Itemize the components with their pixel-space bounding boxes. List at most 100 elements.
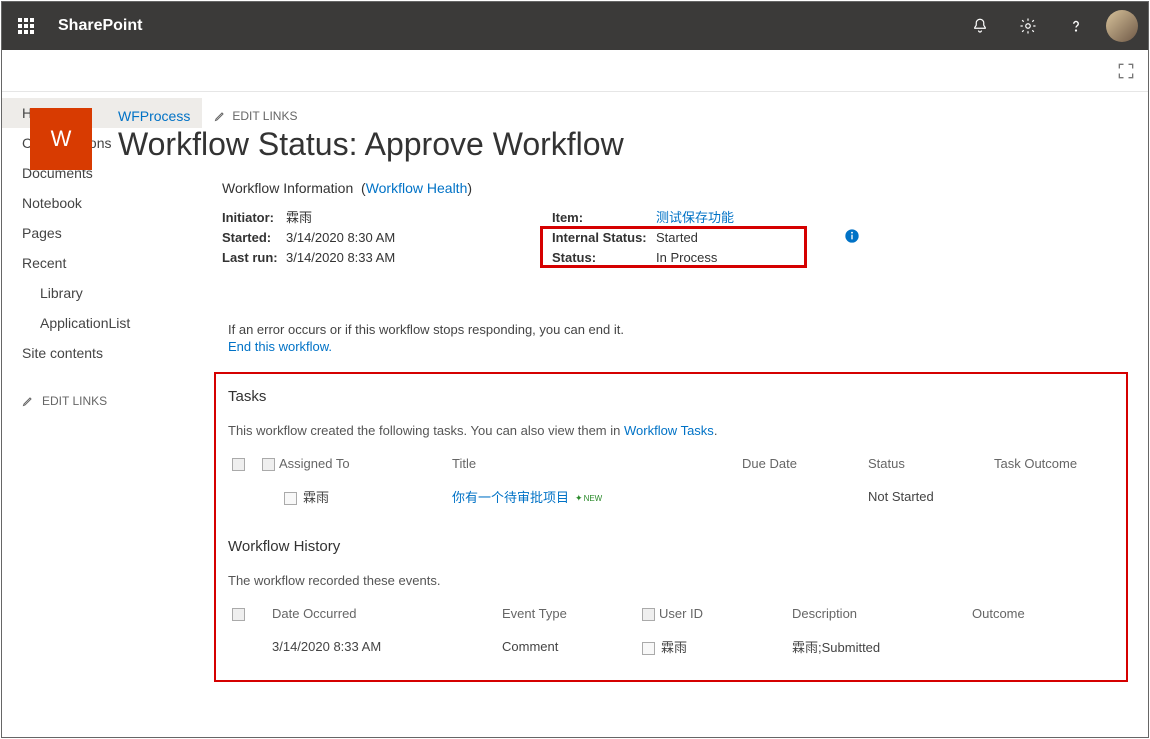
started-label: Started: <box>222 228 286 248</box>
item-label: Item: <box>552 208 656 228</box>
site-header: W WFProcess EDIT LINKS Workflow Status: … <box>30 92 1148 180</box>
nav-edit-links-label: EDIT LINKS <box>42 394 107 408</box>
user-id-header[interactable]: User ID <box>659 606 703 621</box>
history-outcome-header[interactable]: Outcome <box>968 600 1106 631</box>
kv-item: Item:测试保存功能 <box>552 208 734 228</box>
pencil-icon <box>214 110 226 122</box>
started-value: 3/14/2020 8:30 AM <box>286 228 395 248</box>
workflow-info-label: Workflow Information <box>222 180 353 196</box>
error-text: If an error occurs or if this workflow s… <box>222 322 1118 337</box>
history-heading: Workflow History <box>228 538 1106 555</box>
workflow-info-columns: Initiator:霖雨 Started:3/14/2020 8:30 AM L… <box>222 208 1118 268</box>
header-top-row: WFProcess EDIT LINKS <box>118 108 1128 124</box>
lastrun-value: 3/14/2020 8:33 AM <box>286 248 395 268</box>
app-launcher-icon[interactable] <box>2 2 50 50</box>
event-type-header[interactable]: Event Type <box>498 600 638 631</box>
workflow-health-link[interactable]: Workflow Health <box>366 180 468 196</box>
task-assigned-to: 霖雨 <box>303 490 329 505</box>
title-header[interactable]: Title <box>448 450 738 481</box>
suite-bar: SharePoint <box>2 2 1148 50</box>
paren-close: ) <box>467 180 472 196</box>
task-row[interactable]: 霖雨 你有一个待审批项目 NEW Not Started <box>228 481 1106 512</box>
assigned-to-header-checkbox[interactable] <box>262 458 275 471</box>
history-header-row: Date Occurred Event Type User ID Descrip… <box>228 600 1106 631</box>
history-select-all-checkbox[interactable] <box>232 608 245 621</box>
workflow-tasks-link[interactable]: Workflow Tasks <box>624 423 714 438</box>
tasks-subtext-post: . <box>714 423 718 438</box>
header-edit-links[interactable]: EDIT LINKS <box>214 109 297 123</box>
info-icon[interactable] <box>844 228 860 244</box>
task-title-link[interactable]: 你有一个待审批项目 <box>452 490 569 505</box>
outcome-header[interactable]: Task Outcome <box>990 450 1106 481</box>
internal-status-label: Internal Status: <box>552 228 656 248</box>
item-value-link[interactable]: 测试保存功能 <box>656 208 734 228</box>
history-user-checkbox[interactable] <box>642 642 655 655</box>
status-value: In Process <box>656 248 717 268</box>
pencil-icon <box>22 395 34 407</box>
initiator-label: Initiator: <box>222 208 286 228</box>
user-avatar[interactable] <box>1106 10 1138 42</box>
tasks-table: Assigned To Title Due Date Status Task O… <box>228 450 1106 512</box>
tasks-subtext-pre: This workflow created the following task… <box>228 423 624 438</box>
error-box: If an error occurs or if this workflow s… <box>222 322 1118 354</box>
tasks-select-all-checkbox[interactable] <box>232 458 245 471</box>
focus-mode-icon[interactable] <box>1116 61 1136 81</box>
page-title: Workflow Status: Approve Workflow <box>118 126 1128 163</box>
info-left: Initiator:霖雨 Started:3/14/2020 8:30 AM L… <box>222 208 512 268</box>
info-right: Item:测试保存功能 Internal Status:Started Stat… <box>552 208 734 268</box>
site-logo[interactable]: W <box>30 108 92 170</box>
task-status: Not Started <box>864 481 990 512</box>
nav-recent[interactable]: Recent <box>2 248 202 278</box>
task-outcome <box>990 481 1106 512</box>
status-label: Status: <box>552 248 656 268</box>
new-badge: NEW <box>575 493 602 504</box>
kv-internal: Internal Status:Started <box>552 228 734 248</box>
help-icon[interactable] <box>1052 2 1100 50</box>
header-edit-links-label: EDIT LINKS <box>232 109 297 123</box>
tasks-subtext: This workflow created the following task… <box>228 423 1106 438</box>
history-date: 3/14/2020 8:33 AM <box>268 631 498 662</box>
header-stack: WFProcess EDIT LINKS Workflow Status: Ap… <box>118 108 1128 163</box>
window-frame: SharePoint Home Conversations Documents … <box>1 1 1149 738</box>
body-row: Home Conversations Documents Notebook Pa… <box>2 92 1148 738</box>
tasks-header-row: Assigned To Title Due Date Status Task O… <box>228 450 1106 481</box>
left-nav: Home Conversations Documents Notebook Pa… <box>2 92 202 738</box>
settings-icon[interactable] <box>1004 2 1052 50</box>
main: W WFProcess EDIT LINKS Workflow Status: … <box>202 92 1148 738</box>
description-header[interactable]: Description <box>788 600 968 631</box>
history-table: Date Occurred Event Type User ID Descrip… <box>228 600 1106 662</box>
secondary-bar <box>2 50 1148 92</box>
annotation-box-lower: Tasks This workflow created the followin… <box>214 372 1128 682</box>
site-name-link[interactable]: WFProcess <box>118 108 190 124</box>
kv-initiator: Initiator:霖雨 <box>222 208 512 228</box>
kv-status: Status:In Process <box>552 248 734 268</box>
task-due-date <box>738 481 864 512</box>
initiator-value: 霖雨 <box>286 208 312 228</box>
nav-site-contents[interactable]: Site contents <box>2 338 202 368</box>
tasks-heading: Tasks <box>228 388 1106 405</box>
task-row-checkbox[interactable] <box>284 492 297 505</box>
assigned-to-header[interactable]: Assigned To <box>279 456 350 471</box>
nav-notebook[interactable]: Notebook <box>2 188 202 218</box>
notifications-icon[interactable] <box>956 2 1004 50</box>
end-workflow-link[interactable]: End this workflow. <box>228 339 332 354</box>
history-subtext: The workflow recorded these events. <box>228 573 1106 588</box>
suite-right <box>956 2 1148 50</box>
brand-label[interactable]: SharePoint <box>58 17 142 35</box>
history-row[interactable]: 3/14/2020 8:33 AM Comment 霖雨 霖雨;Submitte… <box>228 631 1106 662</box>
nav-library[interactable]: Library <box>2 278 202 308</box>
kv-lastrun: Last run:3/14/2020 8:33 AM <box>222 248 512 268</box>
nav-pages[interactable]: Pages <box>2 218 202 248</box>
status-header[interactable]: Status <box>864 450 990 481</box>
nav-edit-links[interactable]: EDIT LINKS <box>2 386 202 408</box>
nav-divider <box>2 368 202 386</box>
user-id-header-checkbox[interactable] <box>642 608 655 621</box>
nav-applicationlist[interactable]: ApplicationList <box>2 308 202 338</box>
lastrun-label: Last run: <box>222 248 286 268</box>
date-occurred-header[interactable]: Date Occurred <box>268 600 498 631</box>
content: Workflow Information (Workflow Health) I… <box>202 180 1148 702</box>
history-description: 霖雨;Submitted <box>788 631 968 662</box>
workflow-info-heading: Workflow Information (Workflow Health) <box>222 180 1118 196</box>
kv-started: Started:3/14/2020 8:30 AM <box>222 228 512 248</box>
due-date-header[interactable]: Due Date <box>738 450 864 481</box>
